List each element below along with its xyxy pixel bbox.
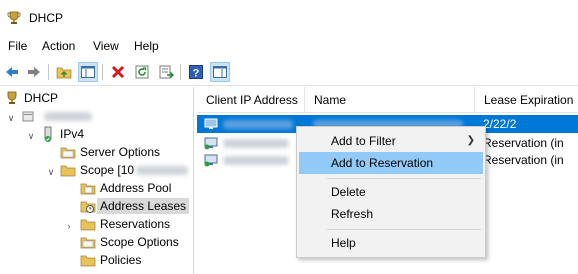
forward-arrow-icon [28,67,40,77]
menu-bar: File Action View Help [0,36,578,58]
tree-node-address-leases[interactable]: Address Leases [80,197,190,215]
tree-node-server-options[interactable]: Server Options [60,143,160,161]
lease-expiration-cell: 2/22/2 [483,117,517,131]
folder-icon [80,237,96,249]
menu-item-label: Add to Reservation [331,156,434,170]
forward-button[interactable] [24,62,44,82]
tree-node-reservations[interactable]: Reservations [80,215,170,233]
dhcp-trophy-icon [7,11,21,24]
submenu-arrow-icon: ❯ [466,135,475,146]
tree-node-server[interactable] [20,107,92,125]
menu-item-label: Help [331,236,356,250]
collapse-chevron-icon[interactable]: ∨ [26,131,36,141]
reservation-client-icon [204,137,218,150]
folder-icon [80,255,96,267]
export-list-icon [159,65,174,79]
context-menu: Add to Filter ❯ Add to Reservation Delet… [296,126,486,258]
dhcp-trophy-icon [7,91,17,104]
tree-node-dhcp[interactable]: DHCP [4,89,58,107]
menu-file[interactable]: File [6,39,29,53]
show-hide-tree-button[interactable] [78,62,98,82]
console-tree: DHCP ∨ ∨ IPv4 Server Options ∨ Scope [10… [0,87,194,274]
tree-label: Server Options [80,145,161,159]
server-icon [22,111,34,122]
column-lease-expiration[interactable]: Lease Expiration [475,87,578,113]
tree-label: IPv4 [60,127,85,141]
redacted-ip [223,139,289,148]
redacted-ip [223,156,289,165]
tree-label: Scope [10 [80,163,135,177]
delete-button[interactable] [108,62,128,82]
column-client-ip[interactable]: Client IP Address [197,87,305,113]
menu-item-delete[interactable]: Delete [299,181,483,203]
toolbar: ? [0,58,578,86]
tree-node-scope-options[interactable]: Scope Options [80,233,179,251]
menu-item-add-to-reservation[interactable]: Add to Reservation [299,152,483,174]
back-arrow-icon [6,67,18,77]
menu-view[interactable]: View [91,39,121,53]
lease-client-icon [204,118,218,129]
menu-separator [327,229,481,230]
lease-expiration-cell: Reservation (in [483,153,564,167]
tree-label: Policies [100,253,142,267]
menu-item-refresh[interactable]: Refresh [299,203,483,225]
redacted-scope-range [136,165,189,175]
menu-item-add-to-filter[interactable]: Add to Filter ❯ [299,130,483,152]
tree-label: Address Pool [100,181,172,195]
help-button[interactable]: ? [186,62,206,82]
menu-item-label: Delete [331,185,366,199]
menu-help[interactable]: Help [132,39,161,53]
toolbar-separator [180,64,181,80]
redacted-server-name [44,111,92,121]
redacted-ip [223,120,293,129]
expand-chevron-icon[interactable]: › [64,221,74,231]
up-one-level-button[interactable] [54,62,74,82]
menu-item-label: Add to Filter [331,134,396,148]
refresh-button[interactable] [132,62,152,82]
tree-node-address-pool[interactable]: Address Pool [80,179,171,197]
ipv4-icon [44,126,52,142]
action-pane-button[interactable] [210,62,230,82]
delete-icon [111,65,125,79]
column-name[interactable]: Name [305,87,475,113]
console-tree-icon [213,66,227,78]
lease-expiration-cell: Reservation (in [483,136,564,150]
up-folder-icon [56,67,72,79]
menu-item-help[interactable]: Help [299,232,483,254]
tree-node-policies[interactable]: Policies [80,251,141,269]
address-pool-icon [80,183,96,195]
folder-icon [60,147,76,159]
collapse-chevron-icon[interactable]: ∨ [6,113,16,123]
collapse-chevron-icon[interactable]: ∨ [46,167,56,177]
tree-label: Scope Options [100,235,179,249]
tree-label: Reservations [100,217,171,231]
svg-text:?: ? [193,68,200,80]
folder-icon [80,219,96,231]
menu-separator [327,178,481,179]
title-bar: DHCP [0,0,578,36]
back-button[interactable] [2,62,22,82]
export-list-button[interactable] [156,62,176,82]
tree-label: Address Leases [97,198,190,214]
refresh-icon [135,65,149,79]
help-icon: ? [189,65,203,80]
show-hide-tree-icon [81,66,95,78]
folder-icon [60,165,76,177]
toolbar-separator [48,64,49,80]
list-header: Client IP Address Name Lease Expiration [197,87,578,113]
reservation-client-icon [204,154,218,167]
tree-node-ipv4[interactable]: IPv4 [40,125,84,143]
tree-label: DHCP [24,91,59,105]
tree-node-scope[interactable]: Scope [10 [60,161,189,179]
menu-action[interactable]: Action [40,39,77,53]
window-title: DHCP [29,11,64,25]
toolbar-separator [102,64,103,80]
address-leases-icon [80,201,96,213]
menu-item-label: Refresh [331,207,374,221]
